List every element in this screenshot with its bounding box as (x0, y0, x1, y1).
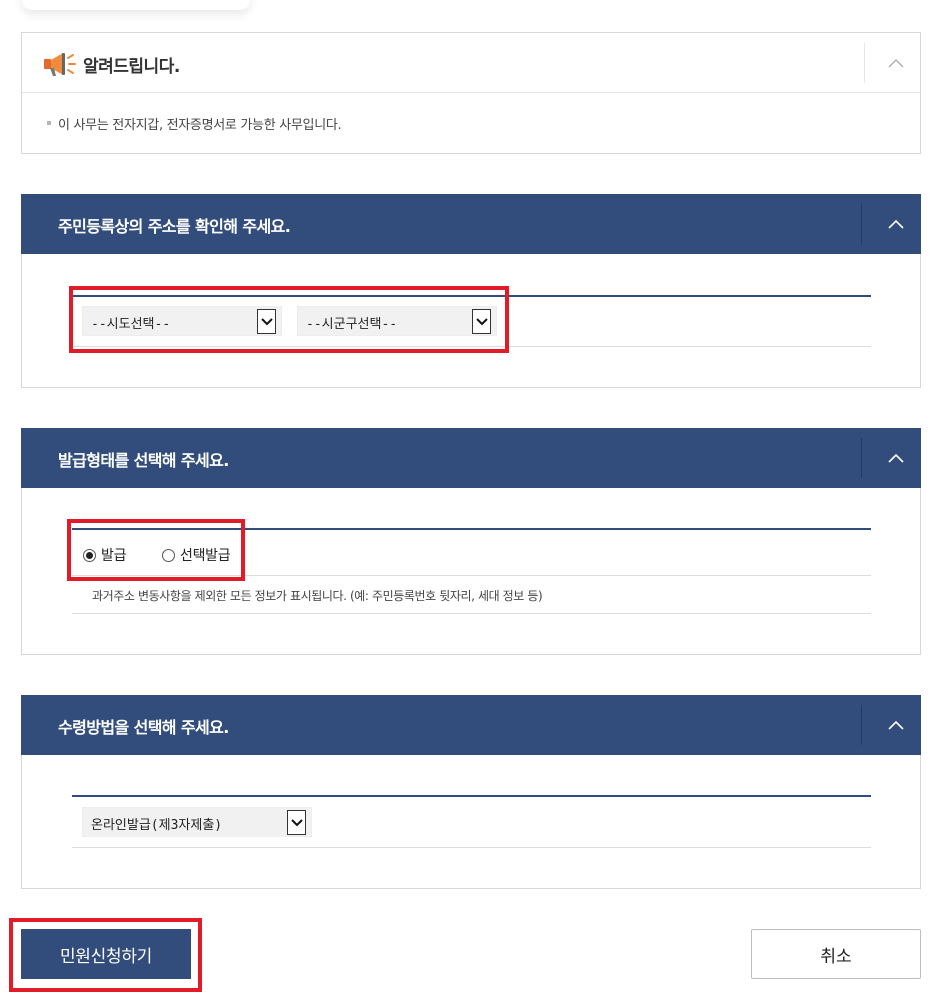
table-bottom-border (72, 346, 871, 347)
table-top-border (72, 528, 871, 530)
radio-issue-label: 발급 (101, 548, 127, 564)
province-select[interactable]: --시도선택-- (82, 306, 282, 336)
district-select-value: --시군구선택-- (306, 317, 398, 332)
table-top-border (72, 295, 871, 297)
bullet (47, 121, 51, 125)
receive-method-section-collapse-button[interactable] (871, 705, 921, 745)
chevron-down-icon (287, 810, 306, 835)
apply-button[interactable]: 민원신청하기 (21, 929, 191, 979)
issue-type-section-header: 발급형태를 선택해 주세요. (21, 428, 921, 488)
issue-type-section: 발급형태를 선택해 주세요. 발급 선택발급 과거주소 변동사항을 제외한 모든… (21, 428, 921, 655)
notice-text: 이 사무는 전자지갑, 전자증명서로 가능한 사무입니다. (58, 118, 342, 133)
table-bottom-border (72, 613, 871, 614)
receive-method-select-value: 온라인발급(제3자제출) (91, 818, 223, 833)
province-select-value: --시도선택-- (91, 317, 171, 332)
receive-method-select[interactable]: 온라인발급(제3자제출) (82, 807, 312, 837)
receive-method-section-header: 수령방법을 선택해 주세요. (21, 695, 921, 755)
issue-type-section-collapse-button[interactable] (871, 438, 921, 478)
notice-title: 알려드립니다. (83, 57, 180, 77)
chevron-up-icon (888, 58, 904, 68)
radio-issue[interactable]: 발급 (83, 545, 126, 565)
district-select[interactable]: --시군구선택-- (297, 306, 497, 336)
row-divider (72, 575, 871, 576)
chevron-up-icon (888, 219, 904, 229)
divider (861, 204, 862, 244)
notice-collapse-button[interactable] (874, 43, 918, 83)
megaphone-icon (44, 53, 76, 76)
notice-header: 알려드립니다. (22, 33, 920, 93)
radio-button-checked[interactable] (83, 548, 96, 562)
radio-button[interactable] (162, 548, 175, 562)
table-bottom-border (72, 847, 871, 848)
divider (861, 438, 862, 478)
chevron-down-icon (472, 309, 491, 334)
chevron-down-icon (257, 309, 276, 334)
notice-box: 알려드립니다. 이 사무는 전자지갑, 전자증명서로 가능한 사무입니다. (21, 32, 921, 154)
divider (861, 705, 862, 745)
cancel-button[interactable]: 취소 (751, 929, 921, 979)
chevron-up-icon (888, 453, 904, 463)
issue-description: 과거주소 변동사항을 제외한 모든 정보가 표시됩니다. (예: 주민등록번호 … (92, 589, 543, 603)
section-title: 발급형태를 선택해 주세요. (58, 451, 229, 470)
radio-selective-issue-label: 선택발급 (180, 548, 231, 564)
notice-body: 이 사무는 전자지갑, 전자증명서로 가능한 사무입니다. (22, 93, 920, 153)
address-section-header: 주민등록상의 주소를 확인해 주세요. (21, 194, 921, 254)
address-section-collapse-button[interactable] (871, 204, 921, 244)
divider (864, 43, 865, 83)
section-title: 수령방법을 선택해 주세요. (58, 718, 229, 737)
table-top-border (72, 795, 871, 797)
chevron-up-icon (888, 720, 904, 730)
receive-method-section: 수령방법을 선택해 주세요. 온라인발급(제3자제출) (21, 695, 921, 889)
previous-panel-edge (22, 0, 250, 10)
address-section: 주민등록상의 주소를 확인해 주세요. --시도선택-- --시군구선택-- (21, 194, 921, 388)
section-title: 주민등록상의 주소를 확인해 주세요. (58, 217, 291, 236)
radio-selective-issue[interactable]: 선택발급 (162, 545, 231, 565)
